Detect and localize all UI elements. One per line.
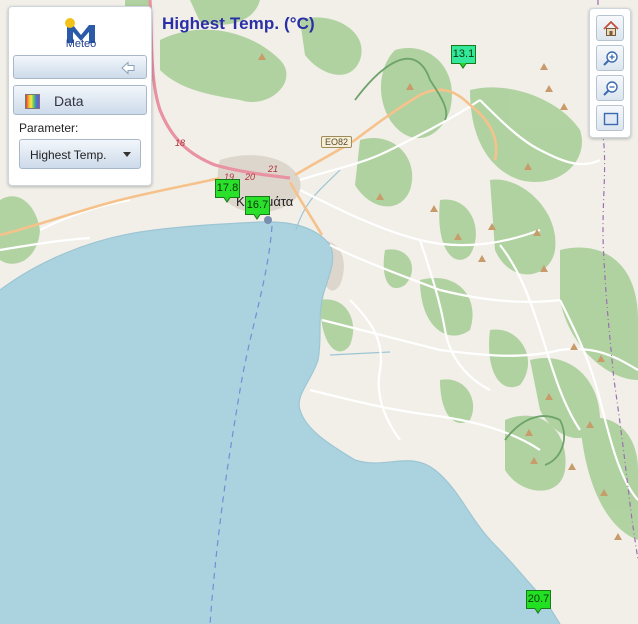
map-toolbar — [589, 8, 631, 138]
zoom-out-icon — [603, 81, 618, 96]
fullscreen-button[interactable] — [596, 105, 624, 131]
parameter-label: Parameter: — [19, 121, 79, 135]
control-panel: Meteo Data Parameter: Highest Temp. — [8, 6, 152, 186]
arrow-left-icon — [120, 61, 136, 80]
road-number-label: 18 — [175, 138, 186, 148]
parameter-select-value: Highest Temp. — [30, 148, 107, 162]
route-shield-label: EO82 — [321, 136, 353, 148]
logo-text: Meteo — [65, 38, 97, 50]
home-icon — [603, 20, 619, 36]
station-value: 16.7 — [245, 196, 270, 215]
zoom-in-icon — [603, 51, 618, 66]
map-title: Highest Temp. (°C) — [162, 14, 315, 33]
station-value: 20.7 — [526, 590, 551, 609]
home-button[interactable] — [596, 15, 624, 41]
harbor-dot — [264, 216, 272, 224]
zoom-in-button[interactable] — [596, 45, 624, 71]
collapse-panel-button[interactable] — [13, 55, 147, 79]
station-value: 17.8 — [215, 179, 240, 198]
chevron-down-icon — [123, 152, 131, 157]
station-value: 13.1 — [451, 45, 476, 64]
road-number-label: 20 — [245, 172, 256, 182]
data-button[interactable]: Data — [13, 85, 147, 115]
road-number-label: 21 — [268, 164, 279, 174]
color-scale-icon — [25, 94, 40, 109]
fullscreen-icon — [603, 112, 619, 126]
data-button-label: Data — [54, 93, 84, 109]
zoom-out-button[interactable] — [596, 75, 624, 101]
parameter-select[interactable]: Highest Temp. — [19, 139, 141, 169]
